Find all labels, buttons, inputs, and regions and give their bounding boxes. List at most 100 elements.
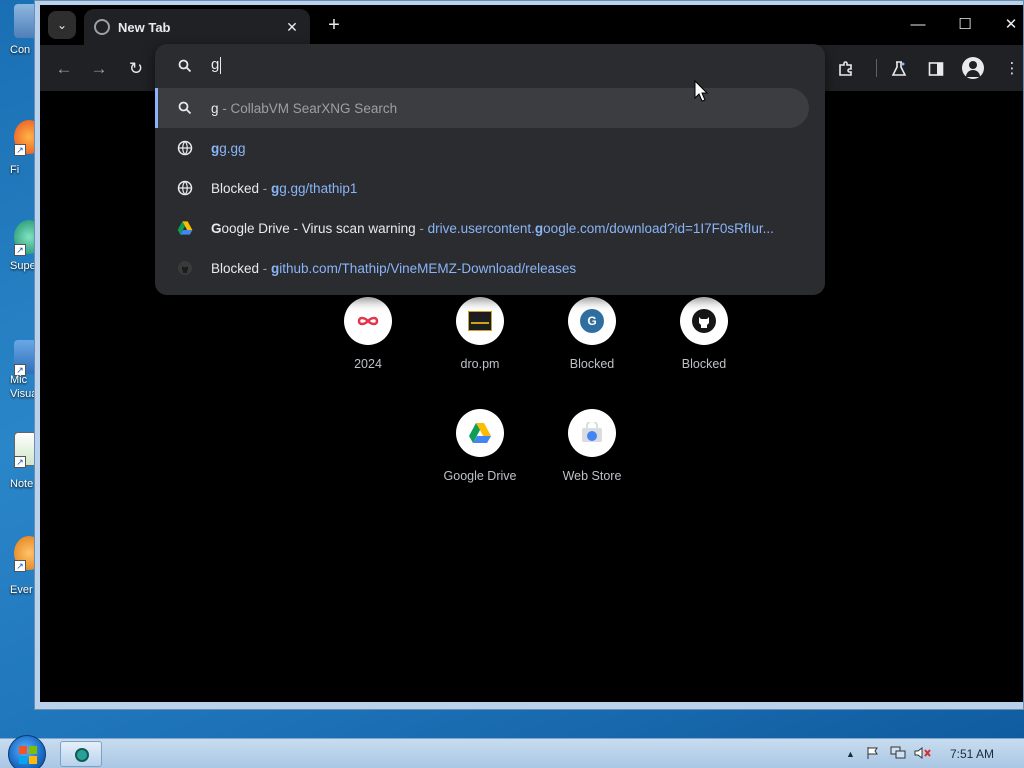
text-caret: [220, 56, 222, 74]
new-tab-button[interactable]: +: [322, 13, 346, 37]
shortcut-arrow-icon: ↗: [14, 456, 26, 468]
suggestion-url-text: drive.usercontent.: [427, 220, 535, 236]
menu-button[interactable]: ⋮: [998, 55, 1024, 83]
suggestion-detail: CollabVM SearXNG Search: [230, 100, 398, 116]
extensions-button[interactable]: [832, 55, 860, 83]
tab-title: New Tab: [118, 19, 171, 35]
desktop-icon-label: Mic: [10, 374, 28, 386]
network-icon[interactable]: [890, 746, 906, 763]
shortcut-tile[interactable]: 2024: [318, 297, 418, 397]
start-button[interactable]: [8, 735, 46, 768]
tab-search-button[interactable]: ⌄: [48, 11, 76, 39]
close-button[interactable]: ✕: [988, 11, 1024, 39]
suggestion-text: gg.gg: [211, 141, 246, 156]
desktop-icon-label: Ever: [10, 584, 33, 596]
suggestion-url-text: g.gg: [219, 140, 246, 156]
desktop-icon-label: Note: [10, 478, 34, 490]
shortcut-arrow-icon: ↗: [14, 244, 26, 256]
suggestion-text: Google Drive - Virus scan warning - driv…: [211, 221, 774, 236]
suggestion-history[interactable]: Blocked - gg.gg/thathip1: [155, 168, 809, 208]
collab-icon: [344, 297, 392, 345]
side-panel-button[interactable]: [922, 55, 950, 83]
shortcut-label: 2024: [354, 357, 382, 371]
omnibox-query: g: [211, 56, 220, 73]
web-store-icon: [568, 409, 616, 457]
suggestion-history[interactable]: Google Drive - Virus scan warning - driv…: [155, 208, 809, 248]
dropm-icon: [456, 297, 504, 345]
tab-new-tab[interactable]: New Tab ✕: [84, 9, 310, 45]
suggestion-match: g: [211, 140, 220, 156]
tab-close-icon[interactable]: ✕: [280, 19, 304, 36]
shortcut-tile[interactable]: Web Store: [542, 409, 642, 509]
shortcut-label: Blocked: [681, 357, 727, 371]
suggestion-url-text: g.gg/thathip1: [279, 180, 358, 196]
action-center-flag-icon[interactable]: [866, 746, 880, 763]
suggestion-separator: -: [415, 220, 428, 236]
windows-logo-icon: [19, 746, 37, 764]
globe-icon: [177, 140, 193, 156]
maximize-button[interactable]: ☐: [942, 11, 988, 39]
minimize-button[interactable]: —: [895, 11, 941, 39]
reload-button[interactable]: ↻: [122, 55, 150, 83]
shortcut-arrow-icon: ↗: [14, 560, 26, 572]
search-icon: [178, 59, 192, 73]
tray-expand-button[interactable]: ▲: [846, 749, 855, 759]
shortcut-tile[interactable]: Google Drive: [430, 409, 530, 509]
taskbar: ▲ 7:51 AM: [0, 735, 1024, 768]
browser-app-icon: [75, 748, 89, 762]
clock[interactable]: 7:51 AM: [950, 747, 994, 761]
suggestion-title: Blocked: [211, 180, 260, 196]
more-vert-icon: ⋮: [1004, 60, 1020, 77]
desktop-icon-label: Supe: [10, 260, 36, 272]
search-icon: [178, 101, 192, 115]
profile-avatar-icon[interactable]: [962, 57, 984, 79]
suggestion-url-text: oogle.com/download?id=1I7F0sRfIur...: [543, 220, 774, 236]
globe-icon: [177, 180, 193, 196]
desktop-icon-label: Con: [10, 44, 31, 56]
shortcut-tile[interactable]: dro.pm: [430, 297, 530, 397]
shortcut-label: dro.pm: [460, 357, 500, 371]
taskbar-app-button[interactable]: [60, 741, 102, 767]
suggestion-text: g - CollabVM SearXNG Search: [211, 101, 397, 116]
volume-muted-icon[interactable]: [914, 746, 932, 763]
github-icon: [178, 261, 192, 275]
shortcut-tile[interactable]: Blocked: [654, 297, 754, 397]
suggestion-title: oogle Drive - Virus scan warning: [221, 220, 416, 236]
google-drive-icon: [177, 221, 193, 235]
toolbar-divider: [876, 59, 877, 77]
suggestion-text: Blocked - gg.gg/thathip1: [211, 181, 357, 196]
suggestion-separator: -: [259, 260, 272, 276]
suggestion-text: Blocked - github.com/Thathip/VineMEMZ-Do…: [211, 261, 576, 276]
shortcut-arrow-icon: ↗: [14, 144, 26, 156]
suggestion-match: G: [211, 220, 222, 236]
omnibox-input[interactable]: g: [155, 44, 825, 88]
shortcut-label: Blocked: [569, 357, 615, 371]
shortcut-label: Google Drive: [443, 469, 517, 483]
g-letter-icon: G: [568, 297, 616, 345]
suggestion-search[interactable]: g - CollabVM SearXNG Search: [155, 88, 809, 128]
globe-icon: [94, 19, 110, 35]
suggestion-title: g: [211, 100, 219, 116]
mouse-cursor-icon: [694, 80, 708, 102]
side-panel-icon: [928, 62, 944, 76]
labs-button[interactable]: [885, 55, 913, 83]
github-icon: [680, 297, 728, 345]
desktop-icon-label: Fi: [10, 164, 20, 176]
flask-icon: [891, 61, 907, 76]
forward-button[interactable]: →: [85, 55, 113, 83]
suggestion-match: g: [534, 220, 544, 236]
puzzle-icon: [839, 61, 852, 76]
back-button[interactable]: ←: [50, 55, 78, 83]
omnibox-text[interactable]: g: [211, 56, 222, 74]
omnibox-dropdown: g g - CollabVM SearXNG Search gg.gg Bloc…: [155, 44, 825, 295]
google-drive-icon: [456, 409, 504, 457]
suggestion-separator: -: [259, 180, 272, 196]
shortcut-label: Web Store: [562, 469, 622, 483]
chevron-down-icon: ⌄: [56, 18, 68, 32]
suggestion-history[interactable]: Blocked - github.com/Thathip/VineMEMZ-Do…: [155, 248, 809, 288]
suggestion-url[interactable]: gg.gg: [155, 128, 809, 168]
suggestion-url-text: ithub.com/Thathip/VineMEMZ-Download/rele…: [279, 260, 577, 276]
shortcut-tile[interactable]: G Blocked: [542, 297, 642, 397]
suggestion-title: Blocked: [211, 260, 260, 276]
g-letter: G: [580, 309, 604, 333]
